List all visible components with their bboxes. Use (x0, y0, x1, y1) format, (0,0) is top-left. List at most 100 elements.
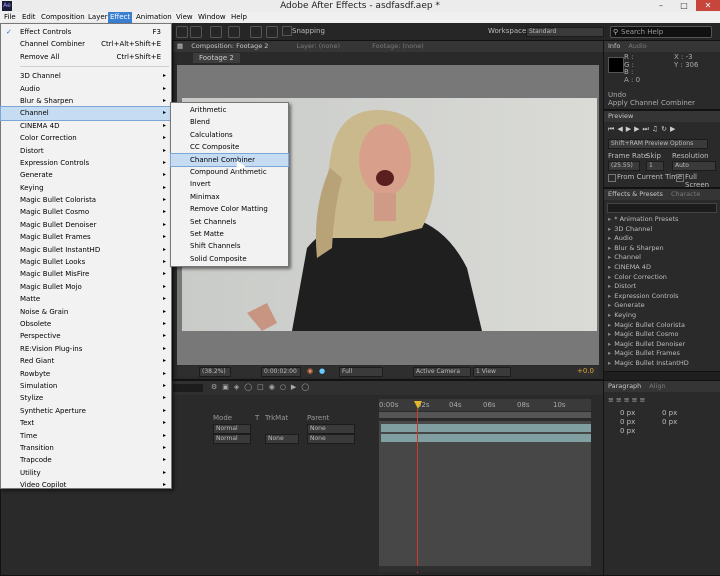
list-item[interactable]: ▸ * Animation Presets (604, 215, 720, 225)
play-icon[interactable]: ▶ (626, 125, 634, 133)
minimize-icon[interactable]: – (650, 0, 672, 11)
menu-item-category[interactable]: CINEMA 4D ▸ (1, 120, 171, 132)
menu-item-category[interactable]: Magic Bullet Mojo ▸ (1, 281, 171, 293)
menu-layer[interactable]: Layer (86, 12, 110, 23)
space-before-value[interactable]: 0 px (662, 418, 677, 426)
close-icon[interactable]: ✕ (696, 0, 720, 11)
menu-file[interactable]: File (2, 12, 18, 23)
workspace-select[interactable]: Standard (526, 27, 604, 37)
rotate-tool-icon[interactable] (190, 26, 202, 38)
magnification-select[interactable]: (38.2%) (199, 367, 231, 377)
list-item[interactable]: ▸ Generate (604, 301, 720, 311)
menu-item-category[interactable]: Video Copilot ▸ (1, 479, 171, 491)
layer-1-mode[interactable]: Normal (216, 425, 238, 432)
menu-item-channel-combiner[interactable]: Channel Combiner Ctrl+Alt+Shift+E (1, 38, 171, 50)
align-center-icon[interactable]: ≡ (616, 396, 624, 404)
menu-item-category[interactable]: Trapcode ▸ (1, 454, 171, 466)
list-item[interactable]: ▸ CINEMA 4D (604, 263, 720, 273)
list-item[interactable]: ▸ Magic Bullet Colorista (604, 321, 720, 331)
exposure-value[interactable]: +0.0 (577, 367, 594, 375)
menu-item-category[interactable]: Blur & Sharpen ▸ (1, 95, 171, 107)
tab-audio[interactable]: Audio (628, 42, 646, 50)
menu-item-category[interactable]: Distort ▸ (1, 145, 171, 157)
menu-item-channel-effect[interactable]: CC Composite (171, 141, 288, 153)
align-left-icon[interactable]: ≡ (608, 396, 616, 404)
menu-item-channel-effect[interactable]: Invert (171, 178, 288, 190)
space-after-value[interactable]: 0 px (620, 427, 635, 435)
menu-item-category[interactable]: RE:Vision Plug-ins ▸ (1, 343, 171, 355)
menu-edit[interactable]: Edit (20, 12, 38, 23)
preview-options-select[interactable]: Shift+RAM Preview Options (608, 139, 708, 149)
menu-item-category[interactable]: Red Giant ▸ (1, 355, 171, 367)
menu-item-category[interactable]: Stylize ▸ (1, 392, 171, 404)
menu-item-channel-effect[interactable]: Blend (171, 116, 288, 128)
layer-2-mode[interactable]: Normal (216, 435, 238, 442)
camera-tool-icon[interactable] (210, 26, 222, 38)
menu-item-category[interactable]: Audio ▸ (1, 83, 171, 95)
menu-item-channel-effect[interactable]: Minimax (171, 191, 288, 203)
menu-item-channel-effect[interactable]: Compound Arithmetic (171, 166, 288, 178)
menu-item-channel-effect[interactable]: Remove Color Matting (171, 203, 288, 215)
menu-item-channel-effect[interactable]: Set Channels (171, 216, 288, 228)
loop-icon[interactable]: ↻ (661, 125, 670, 133)
time-ruler[interactable]: 0:00s 02s 04s 06s 08s 10s (379, 399, 591, 411)
effects-search-input[interactable] (607, 203, 717, 213)
search-input[interactable]: Search Help (621, 27, 663, 37)
tab-info[interactable]: Info (608, 42, 620, 50)
menu-item-category[interactable]: Noise & Grain ▸ (1, 306, 171, 318)
ram-preview-icon[interactable]: ▶ (670, 125, 678, 133)
align-right-icon[interactable]: ≡ (624, 396, 632, 404)
menu-item-effect-controls[interactable]: ✓ Effect Controls F3 (1, 26, 171, 38)
view-layout-select[interactable]: 1 View (473, 367, 511, 377)
prev-frame-icon[interactable]: ◀ (617, 125, 625, 133)
menu-item-category[interactable]: Magic Bullet Denoiser ▸ (1, 219, 171, 231)
menu-item-category[interactable]: 3D Channel ▸ (1, 70, 171, 82)
menu-window[interactable]: Window (196, 12, 228, 23)
first-frame-icon[interactable]: ⏮ (608, 125, 617, 133)
tab-composition[interactable]: Composition: Footage 2 (191, 42, 268, 50)
justify-all-icon[interactable]: ≡ (640, 396, 648, 404)
menu-item-category[interactable]: Magic Bullet InstantHD ▸ (1, 244, 171, 256)
tab-footage[interactable]: Footage: (none) (372, 42, 424, 50)
lock-icon[interactable]: ▦ (177, 42, 183, 50)
timeline-track-area[interactable] (379, 421, 591, 571)
menu-item-category[interactable]: Transition ▸ (1, 442, 171, 454)
justify-icon[interactable]: ≡ (632, 396, 640, 404)
menu-composition[interactable]: Composition (39, 12, 87, 23)
timeline-zoom-slider[interactable] (379, 566, 591, 572)
layer-1-parent[interactable]: None (310, 425, 326, 432)
maximize-icon[interactable]: □ (673, 0, 695, 11)
menu-item-category[interactable]: Magic Bullet Looks ▸ (1, 256, 171, 268)
list-item[interactable]: ▸ Magic Bullet Denoiser (604, 340, 720, 350)
list-item[interactable]: ▸ Magic Bullet Frames (604, 349, 720, 359)
menu-item-category[interactable]: Magic Bullet Frames ▸ (1, 231, 171, 243)
list-item[interactable]: ▸ Keying (604, 311, 720, 321)
from-current-checkbox[interactable] (608, 174, 616, 182)
menu-item-category[interactable]: Perspective ▸ (1, 330, 171, 342)
list-item[interactable]: ▸ 3D Channel (604, 225, 720, 235)
indent-first-value[interactable]: 0 px (620, 418, 635, 426)
menu-item-category[interactable]: Obsolete ▸ (1, 318, 171, 330)
menu-item-category[interactable]: Synthetic Aperture ▸ (1, 405, 171, 417)
menu-item-category[interactable]: Simulation ▸ (1, 380, 171, 392)
sub-tab-footage[interactable]: Footage 2 (193, 53, 240, 63)
hand-tool-icon[interactable] (176, 26, 188, 38)
menu-item-category[interactable]: Channel ▸ (0, 106, 172, 121)
menu-item-channel-effect[interactable]: Solid Composite (171, 253, 288, 265)
indent-left-value[interactable]: 0 px (620, 409, 635, 417)
resolution-select[interactable]: Full (339, 367, 383, 377)
menu-item-channel-effect[interactable]: Arithmetic (171, 104, 288, 116)
menu-item-category[interactable]: Generate ▸ (1, 169, 171, 181)
menu-item-category[interactable]: Expression Controls ▸ (1, 157, 171, 169)
layer-2-trkmat[interactable]: None (268, 435, 284, 442)
menu-item-category[interactable]: Rowbyte ▸ (1, 368, 171, 380)
full-screen-checkbox[interactable] (676, 174, 684, 182)
frame-rate-field[interactable]: (25.55) (608, 161, 640, 171)
menu-item-category[interactable]: Magic Bullet Cosmo ▸ (1, 206, 171, 218)
work-area-bar[interactable] (379, 412, 591, 418)
camera-snapshot-icon[interactable]: ◉ (307, 367, 313, 375)
menu-item-channel-effect[interactable]: Set Matte (171, 228, 288, 240)
timeline-search-input[interactable] (173, 384, 203, 392)
table-row[interactable]: Normal None None (173, 434, 379, 444)
menu-item-channel-effect[interactable]: Channel Combiner (170, 152, 289, 167)
